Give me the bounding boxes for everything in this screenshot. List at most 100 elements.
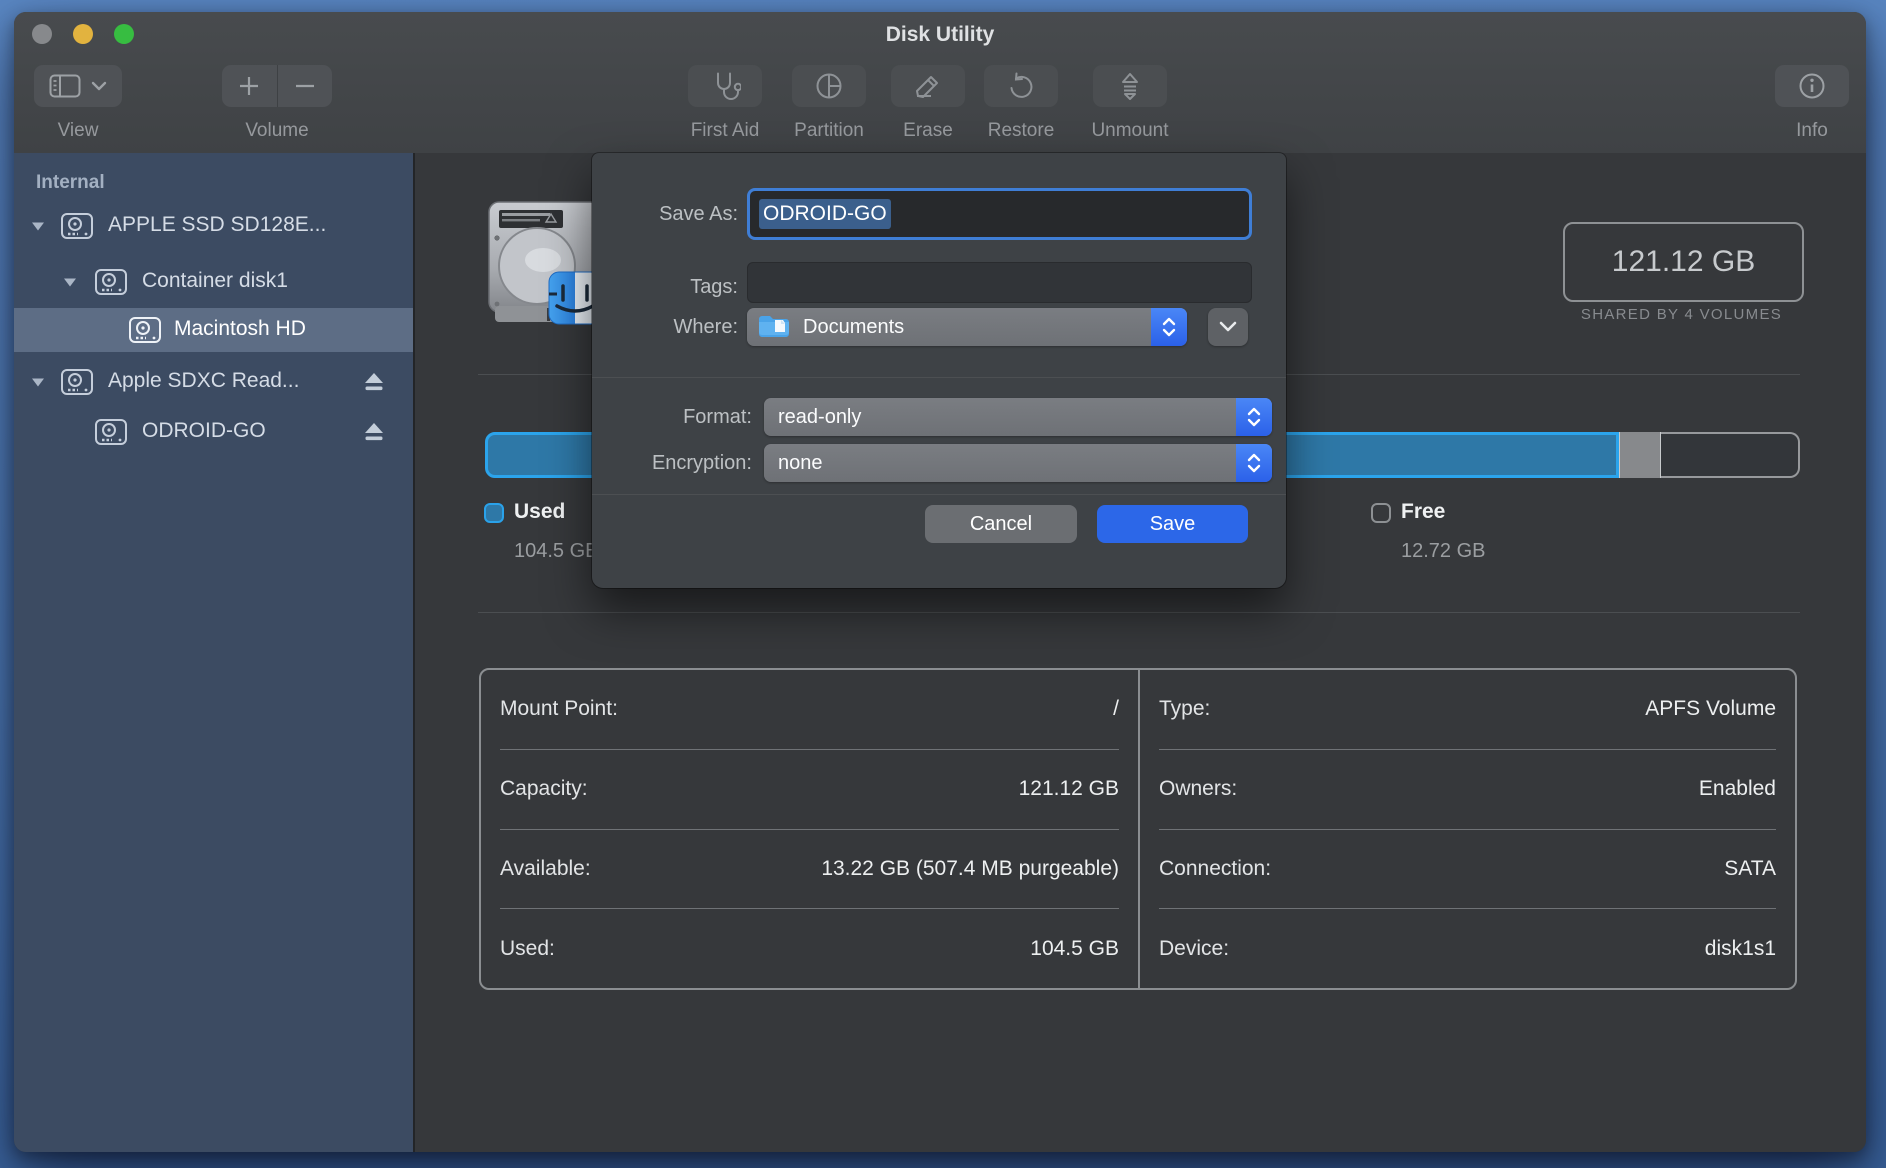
sidebar-section-internal: Internal <box>36 172 105 194</box>
row-value: Enabled <box>1699 777 1776 801</box>
row-value: 121.12 GB <box>1019 777 1119 801</box>
toolbar: Disk Utility View Volume <box>14 12 1866 154</box>
save-dialog-sheet: Save As: ODROID-GO Tags: Where: Document… <box>592 153 1286 588</box>
free-legend-swatch <box>1371 503 1391 523</box>
disclosure-triangle-icon[interactable] <box>62 274 78 290</box>
sidebar-item-label: Apple SDXC Read... <box>108 369 299 393</box>
disclosure-triangle-icon[interactable] <box>30 374 46 390</box>
sidebar: Internal APPLE SSD SD128E... Container d… <box>14 153 415 1152</box>
encryption-label: Encryption: <box>652 450 752 476</box>
row-value: / <box>1113 697 1119 721</box>
sidebar-item-label: APPLE SSD SD128E... <box>108 213 326 237</box>
partition-button[interactable] <box>792 65 866 107</box>
hard-drive-image <box>485 198 597 328</box>
sidebar-item-container-disk1[interactable]: Container disk1 <box>14 260 413 304</box>
table-row: Device: disk1s1 <box>1159 909 1776 988</box>
capacity-value: 121.12 GB <box>1612 245 1755 279</box>
eject-icon[interactable] <box>362 421 386 443</box>
sidebar-item-label: ODROID-GO <box>142 419 266 443</box>
desktop: { "window": { "title": "Disk Utility" },… <box>0 0 1886 1168</box>
tags-label: Tags: <box>690 274 738 300</box>
table-row: Capacity: 121.12 GB <box>500 750 1119 830</box>
where-popup[interactable]: Documents <box>747 308 1187 346</box>
used-legend-value: 104.5 GB <box>514 540 599 563</box>
sidebar-item-apple-ssd[interactable]: APPLE SSD SD128E... <box>14 204 413 248</box>
popup-stepper-icon <box>1236 398 1272 436</box>
dialog-separator <box>592 494 1286 495</box>
table-row: Available: 13.22 GB (507.4 MB purgeable) <box>500 830 1119 910</box>
sidebar-layout-icon <box>49 74 81 98</box>
add-volume-button[interactable] <box>222 74 277 98</box>
table-row: Used: 104.5 GB <box>500 909 1119 988</box>
details-right-column: Type: APFS Volume Owners: Enabled Connec… <box>1138 670 1795 988</box>
popup-stepper-icon <box>1236 444 1272 482</box>
volume-label: Volume <box>222 119 332 143</box>
info-icon <box>1797 71 1827 101</box>
row-label: Type: <box>1159 697 1210 721</box>
eject-icon[interactable] <box>362 371 386 393</box>
row-label: Used: <box>500 937 555 961</box>
row-value: disk1s1 <box>1705 937 1776 961</box>
partition-pie-icon <box>814 71 844 101</box>
table-row: Mount Point: / <box>500 670 1119 750</box>
where-label: Where: <box>674 314 738 340</box>
table-row: Connection: SATA <box>1159 830 1776 910</box>
window-title: Disk Utility <box>14 23 1866 47</box>
save-button[interactable]: Save <box>1097 505 1248 543</box>
info-button[interactable] <box>1775 65 1849 107</box>
format-label: Format: <box>683 404 752 430</box>
details-left-column: Mount Point: / Capacity: 121.12 GB Avail… <box>481 670 1138 988</box>
row-label: Capacity: <box>500 777 588 801</box>
expand-dialog-button[interactable] <box>1208 308 1248 346</box>
row-value: 13.22 GB (507.4 MB purgeable) <box>821 857 1119 881</box>
sidebar-item-label: Macintosh HD <box>174 317 306 341</box>
save-as-input[interactable]: ODROID-GO <box>747 188 1252 240</box>
format-popup[interactable]: read-only <box>764 398 1272 436</box>
table-row: Type: APFS Volume <box>1159 670 1776 750</box>
first-aid-button[interactable] <box>688 65 762 107</box>
row-value: APFS Volume <box>1645 697 1776 721</box>
tags-input[interactable] <box>747 262 1252 303</box>
partition-label: Partition <box>782 119 876 143</box>
sidebar-item-macintosh-hd[interactable]: Macintosh HD <box>14 308 413 352</box>
row-label: Connection: <box>1159 857 1271 881</box>
capacity-badge: 121.12 GB <box>1563 222 1804 302</box>
drive-icon <box>60 211 94 241</box>
used-legend-label: Used <box>514 500 565 524</box>
usage-bar-other-volumes-segment <box>1619 432 1661 478</box>
row-label: Device: <box>1159 937 1229 961</box>
stethoscope-icon <box>709 70 741 102</box>
used-legend-swatch <box>484 503 504 523</box>
erase-pencil-icon <box>912 71 944 101</box>
erase-label: Erase <box>881 119 975 143</box>
unmount-label: Unmount <box>1083 119 1177 143</box>
separator-line <box>478 612 1800 613</box>
format-value: read-only <box>778 406 1236 429</box>
dialog-separator <box>592 377 1286 378</box>
table-row: Owners: Enabled <box>1159 750 1776 830</box>
where-value: Documents <box>803 316 1151 339</box>
restore-arrow-icon <box>1006 71 1036 101</box>
restore-button[interactable] <box>984 65 1058 107</box>
sidebar-item-apple-sdxc[interactable]: Apple SDXC Read... <box>14 360 413 404</box>
drive-icon <box>94 417 128 447</box>
view-label: View <box>34 119 122 143</box>
sidebar-item-label: Container disk1 <box>142 269 288 293</box>
shared-by-volumes-label: SHARED BY 4 VOLUMES <box>1533 306 1830 323</box>
unmount-button[interactable] <box>1093 65 1167 107</box>
row-value: SATA <box>1724 857 1776 881</box>
view-button[interactable] <box>34 65 122 107</box>
save-as-selected-text: ODROID-GO <box>759 199 891 229</box>
cancel-button[interactable]: Cancel <box>925 505 1077 543</box>
free-legend-label: Free <box>1401 500 1445 524</box>
encryption-popup[interactable]: none <box>764 444 1272 482</box>
sidebar-item-odroid-go[interactable]: ODROID-GO <box>14 410 413 454</box>
unmount-eject-icon <box>1115 71 1145 101</box>
erase-button[interactable] <box>891 65 965 107</box>
disclosure-triangle-icon[interactable] <box>30 218 46 234</box>
documents-folder-icon <box>757 314 791 340</box>
volume-buttons <box>222 65 332 107</box>
save-as-label: Save As: <box>659 201 738 227</box>
popup-stepper-icon <box>1151 308 1187 346</box>
remove-volume-button[interactable] <box>277 74 332 98</box>
